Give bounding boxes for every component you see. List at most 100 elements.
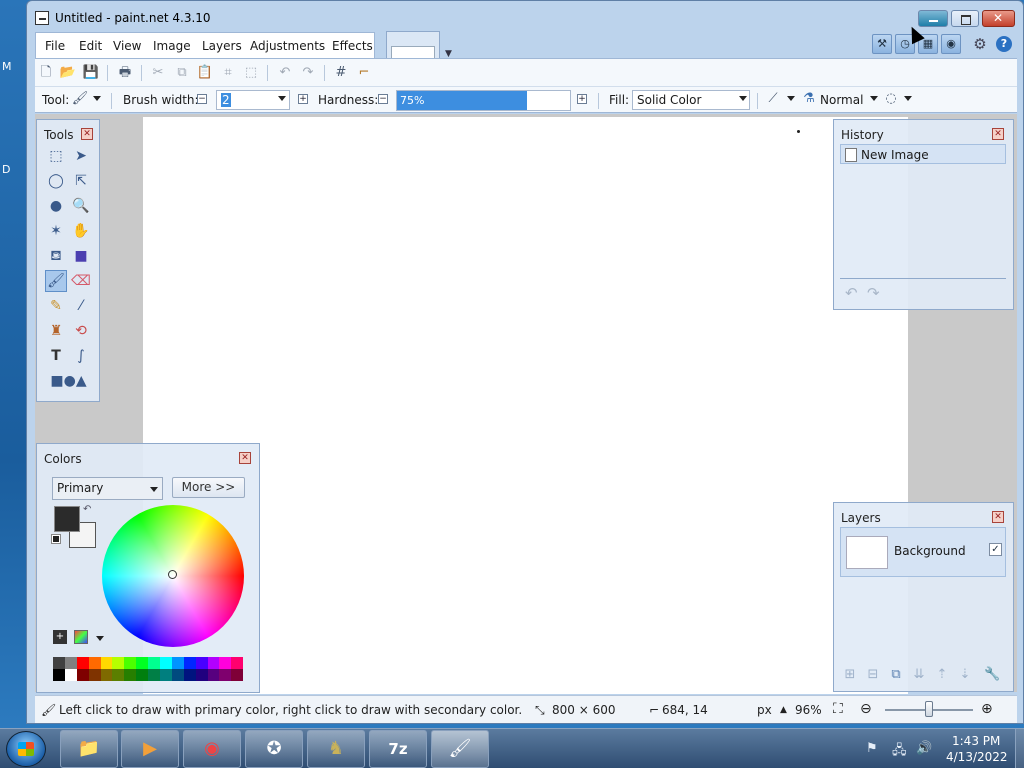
rectangle-select-icon[interactable]: ⬚ bbox=[45, 145, 67, 167]
tools-toggle-icon[interactable]: ⚒ bbox=[872, 34, 892, 54]
move-selection-icon[interactable]: ⇱ bbox=[70, 170, 92, 192]
palette-color-swatch[interactable] bbox=[64, 669, 77, 681]
palette-color-swatch[interactable] bbox=[76, 657, 89, 669]
palette-color-swatch[interactable] bbox=[219, 669, 232, 681]
palette-color-swatch[interactable] bbox=[88, 669, 101, 681]
game-taskbar-icon[interactable]: ♞ bbox=[307, 730, 365, 768]
layer-properties-icon[interactable]: 🔧 bbox=[984, 667, 1000, 683]
blend-mode-value[interactable]: Normal bbox=[820, 93, 863, 107]
colors-toggle-icon[interactable]: ◉ bbox=[941, 34, 961, 54]
history-panel-close-icon[interactable]: ✕ bbox=[992, 128, 1004, 140]
palette-menu-dropdown-arrow[interactable] bbox=[96, 636, 104, 641]
palette-color-swatch[interactable] bbox=[183, 669, 196, 681]
pan-hand-icon[interactable]: ✋ bbox=[70, 220, 92, 242]
layer-visibility-checkbox[interactable]: ✓ bbox=[989, 543, 1002, 556]
move-selected-icon[interactable]: ➤ bbox=[70, 145, 92, 167]
layer-row[interactable]: Background ✓ bbox=[840, 527, 1006, 577]
colors-panel-close-icon[interactable]: ✕ bbox=[239, 452, 251, 464]
pencil-icon[interactable]: ✎ bbox=[45, 295, 67, 317]
zoom-value[interactable]: 96% bbox=[795, 703, 822, 717]
explorer-taskbar-icon[interactable]: 📁 bbox=[60, 730, 118, 768]
units-select[interactable]: px bbox=[757, 703, 772, 717]
blend-mode-icon[interactable]: ⚗ bbox=[800, 90, 818, 108]
palette-color-swatch[interactable] bbox=[148, 669, 161, 681]
palette-color-swatch[interactable] bbox=[136, 669, 149, 681]
fill-dropdown-arrow[interactable] bbox=[739, 96, 747, 101]
maximize-button[interactable] bbox=[951, 10, 979, 27]
antialiasing-dropdown-arrow[interactable] bbox=[787, 96, 795, 101]
history-item[interactable]: New Image bbox=[840, 144, 1006, 164]
menu-image[interactable]: Image bbox=[153, 39, 191, 53]
palette-color-swatch[interactable] bbox=[76, 669, 89, 681]
eraser-icon[interactable]: ⌫ bbox=[70, 270, 92, 292]
clock-date[interactable]: 4/13/2022 bbox=[946, 750, 1008, 764]
clone-stamp-icon[interactable]: ♜ bbox=[45, 320, 67, 342]
ellipse-select-icon[interactable]: ● bbox=[45, 195, 67, 217]
history-redo-icon[interactable]: ↷ bbox=[867, 284, 880, 302]
color-picker-icon[interactable]: ⁄ bbox=[70, 295, 92, 317]
brush-width-increase-icon[interactable]: + bbox=[298, 94, 308, 104]
menu-view[interactable]: View bbox=[113, 39, 141, 53]
palette-color-swatch[interactable] bbox=[53, 669, 65, 681]
tool-dropdown-arrow[interactable] bbox=[93, 96, 101, 101]
palette-color-swatch[interactable] bbox=[195, 669, 208, 681]
media-player-taskbar-icon[interactable]: ▶ bbox=[121, 730, 179, 768]
more-colors-button[interactable]: More >> bbox=[172, 477, 245, 498]
cut-icon[interactable]: ✂ bbox=[149, 64, 167, 82]
zoom-to-window-icon[interactable]: ⛶ bbox=[833, 701, 843, 717]
minimize-button[interactable] bbox=[918, 10, 948, 27]
swap-colors-icon[interactable]: ↶ bbox=[83, 504, 91, 515]
recolor-icon[interactable]: ⟲ bbox=[70, 320, 92, 342]
palette-menu-icon[interactable] bbox=[74, 630, 88, 644]
deselect-icon[interactable]: ⬚ bbox=[242, 64, 260, 82]
new-file-icon[interactable]: 🗋 bbox=[37, 64, 55, 82]
print-icon[interactable]: 🖶 bbox=[116, 64, 134, 82]
action-center-icon[interactable]: ⚑ bbox=[866, 741, 878, 756]
merge-layer-down-icon[interactable]: ⇊ bbox=[911, 667, 927, 683]
app-taskbar-icon[interactable]: ✪ bbox=[245, 730, 303, 768]
color-mode-select[interactable]: Primary bbox=[52, 477, 163, 500]
palette-color-swatch[interactable] bbox=[124, 669, 137, 681]
color-mode-dropdown-arrow[interactable] bbox=[150, 487, 158, 492]
history-undo-icon[interactable]: ↶ bbox=[845, 284, 858, 302]
palette-color-swatch[interactable] bbox=[64, 657, 77, 669]
brush-width-decrease-icon[interactable]: − bbox=[197, 94, 207, 104]
menu-edit[interactable]: Edit bbox=[79, 39, 102, 53]
menu-file[interactable]: File bbox=[45, 39, 65, 53]
zoom-slider-thumb[interactable] bbox=[925, 701, 933, 717]
antialiasing-icon[interactable]: ⟋ bbox=[764, 90, 782, 108]
palette-color-swatch[interactable] bbox=[231, 669, 244, 681]
gradient-icon[interactable]: ■ bbox=[70, 245, 92, 267]
add-to-palette-icon[interactable]: + bbox=[53, 630, 67, 644]
primary-color-swatch[interactable] bbox=[54, 506, 80, 532]
palette-color-swatch[interactable] bbox=[124, 657, 137, 669]
7zip-taskbar-icon[interactable]: 7z bbox=[369, 730, 427, 768]
paste-icon[interactable]: 📋 bbox=[196, 64, 214, 82]
zoom-in-icon[interactable]: ⊕ bbox=[981, 701, 993, 717]
color-wheel-marker[interactable] bbox=[168, 570, 177, 579]
palette-color-swatch[interactable] bbox=[207, 657, 220, 669]
palette-color-swatch[interactable] bbox=[219, 657, 232, 669]
hardness-decrease-icon[interactable]: − bbox=[378, 94, 388, 104]
palette-color-swatch[interactable] bbox=[207, 669, 220, 681]
help-icon[interactable]: ? bbox=[996, 36, 1012, 52]
blend-mode-dropdown-arrow[interactable] bbox=[870, 96, 878, 101]
paint-bucket-icon[interactable]: ⛾ bbox=[45, 245, 67, 267]
move-layer-down-icon[interactable]: ⇣ bbox=[957, 667, 973, 683]
zoom-icon[interactable]: 🔍 bbox=[70, 195, 92, 217]
palette-color-swatch[interactable] bbox=[160, 669, 172, 681]
undo-icon[interactable]: ↶ bbox=[276, 64, 294, 82]
duplicate-layer-icon[interactable]: ⧉ bbox=[888, 667, 904, 683]
save-icon[interactable]: 💾 bbox=[82, 64, 100, 82]
paintbrush-icon[interactable]: 🖌 bbox=[45, 270, 67, 292]
layers-panel-close-icon[interactable]: ✕ bbox=[992, 511, 1004, 523]
shapes-icon[interactable]: ■●▲ bbox=[45, 370, 92, 392]
zoom-out-icon[interactable]: ⊖ bbox=[860, 701, 872, 717]
menu-effects[interactable]: Effects bbox=[332, 39, 373, 53]
palette-color-swatch[interactable] bbox=[88, 657, 101, 669]
palette-color-swatch[interactable] bbox=[171, 669, 184, 681]
units-dropdown-icon[interactable]: ▲ bbox=[780, 705, 787, 715]
menu-layers[interactable]: Layers bbox=[202, 39, 242, 53]
copy-icon[interactable]: ⧉ bbox=[173, 64, 191, 82]
palette-color-swatch[interactable] bbox=[136, 657, 149, 669]
